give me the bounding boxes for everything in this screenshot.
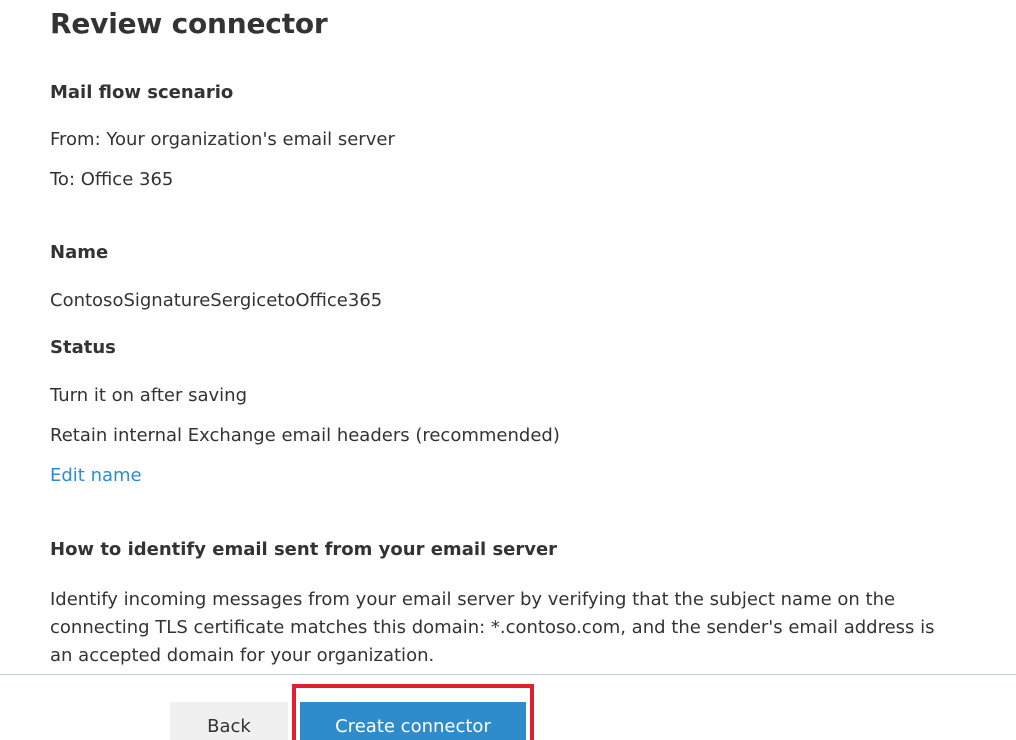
edit-name-link[interactable]: Edit name xyxy=(50,465,142,486)
back-button[interactable]: Back xyxy=(170,702,288,740)
footer-divider xyxy=(0,674,1016,675)
name-heading: Name xyxy=(50,242,109,263)
identify-heading: How to identify email sent from your ema… xyxy=(50,539,558,560)
identify-description: Identify incoming messages from your ema… xyxy=(50,589,935,666)
mail-flow-to: To: Office 365 xyxy=(50,169,174,190)
status-heading: Status xyxy=(50,337,116,358)
status-line-turn-on: Turn it on after saving xyxy=(50,385,248,406)
mail-flow-from: From: Your organization's email server xyxy=(50,129,395,150)
create-connector-button[interactable]: Create connector xyxy=(300,702,526,740)
status-line-retain-headers: Retain internal Exchange email headers (… xyxy=(50,425,560,446)
connector-name-value: ContosoSignatureSergicetoOffice365 xyxy=(50,290,383,311)
review-connector-page: Review connector Mail flow scenario From… xyxy=(0,0,1016,740)
page-title: Review connector xyxy=(50,7,328,40)
mail-flow-heading: Mail flow scenario xyxy=(50,82,234,103)
